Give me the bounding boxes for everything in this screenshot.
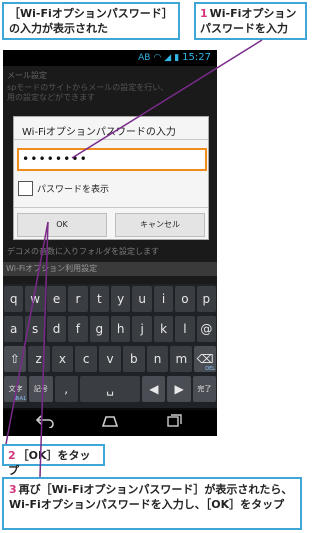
key-c[interactable]: c (75, 346, 98, 372)
cancel-button[interactable]: キャンセル (115, 213, 205, 237)
soft-keyboard: q w e r t y u i o p a s d f g h j k l @ … (3, 284, 217, 408)
key-t[interactable]: t (89, 286, 110, 312)
step-2-text: ［OK］をタップ (8, 449, 91, 477)
step-1-number: 1 (200, 7, 208, 20)
key-k[interactable]: k (153, 316, 174, 342)
wifi-icon: ◠ (153, 52, 162, 63)
callout-dialog-shown: ［Wi-Fiオプションパスワード］の入力が表示された (2, 2, 180, 40)
key-x[interactable]: x (51, 346, 74, 372)
status-time: 15:27 (182, 52, 211, 63)
bg-mail-settings-header: メール設定 (7, 71, 47, 80)
show-password-row[interactable]: パスワードを表示 (18, 179, 109, 197)
key-e[interactable]: e (46, 286, 67, 312)
key-s[interactable]: s (25, 316, 45, 342)
dialog-divider (14, 139, 208, 140)
key-b[interactable]: b (122, 346, 145, 372)
navigation-bar (3, 410, 217, 436)
dialog-button-bar: OK キャンセル (14, 207, 208, 241)
callout-step-3: 3 再び［Wi-Fiオプションパスワード］が表示されたら、Wi-Fiオプションパス… (2, 477, 302, 530)
callout-dialog-shown-text: ［Wi-Fiオプションパスワード］の入力が表示された (9, 7, 173, 35)
phone-screen: AB ◠ ◢ ▮ 15:27 メール設定 spモードのサイトからメールの設定を行… (3, 50, 217, 436)
key-n[interactable]: n (146, 346, 169, 372)
key-at[interactable]: @ (196, 316, 217, 342)
dialog-title: Wi-Fiオプションパスワードの入力 (22, 127, 176, 138)
key-m[interactable]: m (170, 346, 193, 372)
keyboard-row-3: ⇧ z x c v b n m ⌫ DEL (4, 346, 217, 374)
step-1-text: Wi-Fiオプションパスワードを入力 (200, 7, 297, 35)
keyboard-row-4: 文字 あA1 記号 , ␣ ◀ ▶ 完了 (4, 376, 216, 404)
key-z[interactable]: z (27, 346, 50, 372)
key-o[interactable]: o (175, 286, 195, 312)
keyboard-row-2: a s d f g h j k l @ (4, 316, 217, 344)
cursor-right-key[interactable]: ▶ (167, 376, 191, 402)
battery-icon: ▮ (174, 52, 180, 63)
status-icons: AB ◠ ◢ ▮ 15:27 (138, 52, 211, 63)
home-icon[interactable] (100, 414, 120, 430)
callout-step-1: 1 Wi-Fiオプションパスワードを入力 (194, 2, 307, 40)
key-l[interactable]: l (175, 316, 195, 342)
ok-button[interactable]: OK (17, 213, 107, 237)
done-key[interactable]: 完了 (192, 376, 216, 402)
space-key[interactable]: ␣ (79, 376, 141, 402)
password-input[interactable]: •••••••• (17, 148, 207, 171)
callout-step-2: 2 ［OK］をタップ (2, 444, 105, 477)
key-y[interactable]: y (111, 286, 131, 312)
key-h[interactable]: h (111, 316, 131, 342)
show-password-label: パスワードを表示 (37, 184, 110, 195)
step-2-number: 2 (8, 449, 16, 462)
key-j[interactable]: j (132, 316, 152, 342)
input-mode-sub-label: あA1 (14, 396, 27, 402)
shift-key[interactable]: ⇧ (4, 346, 26, 372)
bg-section-header: Wi-Fiオプション利用設定 (3, 262, 217, 276)
delete-icon: ⌫ (196, 352, 214, 366)
key-w[interactable]: w (25, 286, 45, 312)
step-3-text: 再び［Wi-Fiオプションパスワード］が表示されたら、Wi-Fiオプションパスワ… (9, 483, 293, 511)
carrier-label: AB (138, 52, 151, 63)
recent-apps-icon[interactable] (165, 414, 185, 430)
status-bar: AB ◠ ◢ ▮ 15:27 (3, 50, 217, 66)
input-mode-label: 文字 (8, 385, 23, 393)
bg-description-line-2: 用の設定などができます (7, 93, 95, 102)
key-d[interactable]: d (46, 316, 67, 342)
keyboard-row-1: q w e r t y u i o p (4, 286, 217, 314)
key-i[interactable]: i (153, 286, 174, 312)
key-u[interactable]: u (132, 286, 152, 312)
symbols-key[interactable]: 記号 (29, 376, 53, 402)
back-arrow-icon[interactable] (35, 414, 55, 430)
step-3-number: 3 (9, 483, 17, 496)
key-g[interactable]: g (89, 316, 110, 342)
comma-key[interactable]: , (54, 376, 78, 402)
delete-key[interactable]: ⌫ DEL (194, 346, 217, 372)
show-password-checkbox[interactable] (18, 180, 33, 196)
wifi-option-password-dialog: Wi-Fiオプションパスワードの入力 •••••••• パスワードを表示 OK … (13, 116, 209, 240)
input-mode-key[interactable]: 文字 あA1 (4, 376, 28, 402)
key-p[interactable]: p (196, 286, 217, 312)
key-f[interactable]: f (68, 316, 88, 342)
cursor-left-key[interactable]: ◀ (142, 376, 166, 402)
signal-icon: ◢ (164, 52, 172, 63)
key-v[interactable]: v (99, 346, 121, 372)
key-a[interactable]: a (4, 316, 24, 342)
key-r[interactable]: r (68, 286, 88, 312)
delete-sub-label: DEL (205, 366, 216, 372)
key-q[interactable]: q (4, 286, 24, 312)
bg-folder-text: デコメの音数に入りフォルダを設定します (7, 247, 159, 256)
